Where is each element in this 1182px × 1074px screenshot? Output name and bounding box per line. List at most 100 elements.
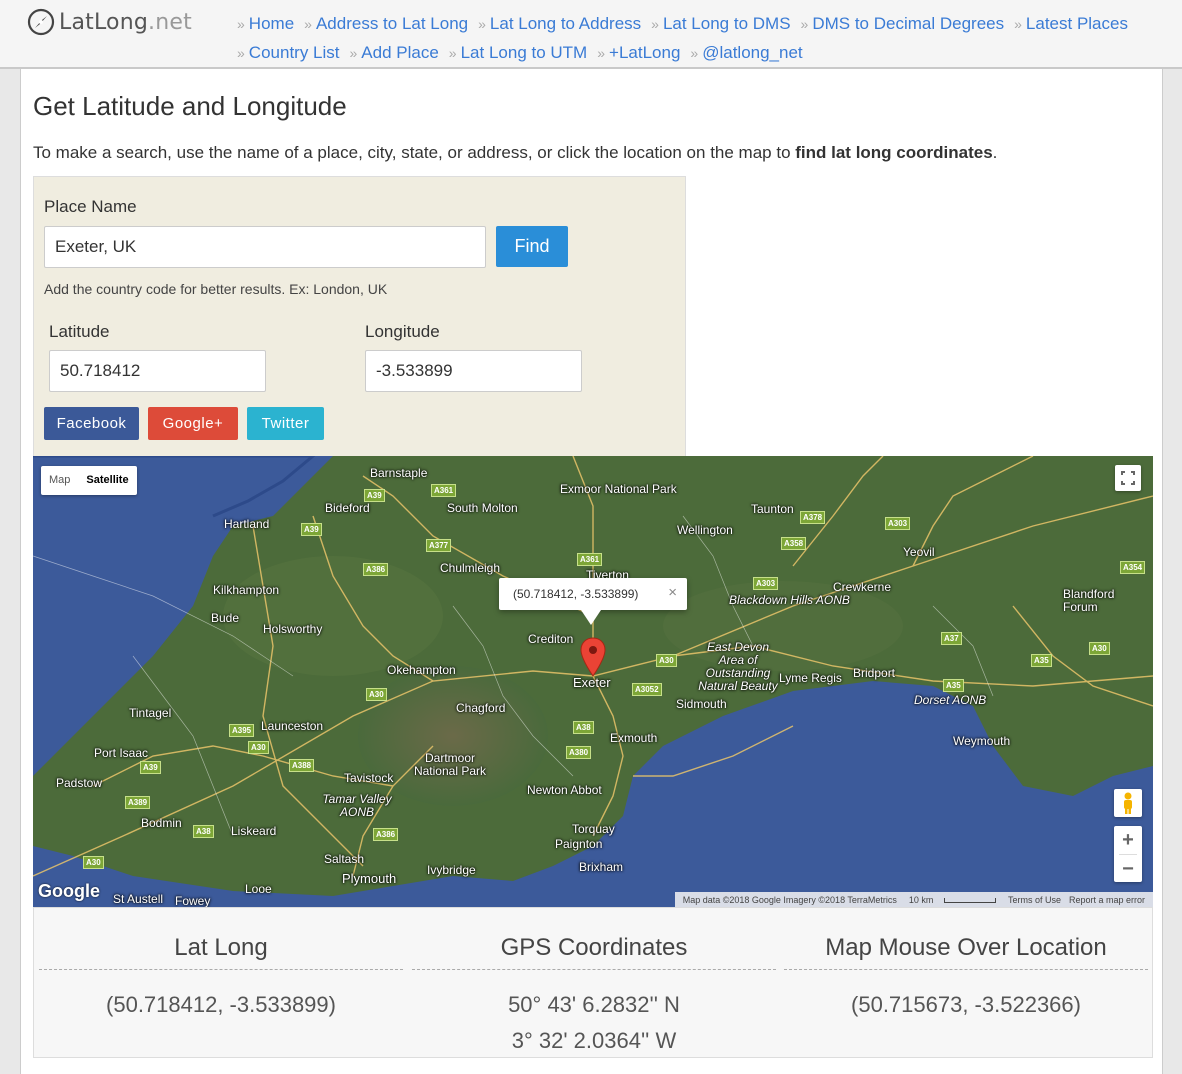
- find-button[interactable]: Find: [496, 226, 568, 267]
- fullscreen-icon: [1121, 471, 1135, 485]
- map-label: Plymouth: [342, 871, 397, 886]
- map-label: Crediton: [528, 632, 574, 646]
- location-pin-icon[interactable]: [580, 637, 606, 677]
- road-shield: A37: [941, 632, 962, 645]
- map-label: Okehampton: [387, 663, 456, 677]
- longitude-input[interactable]: [365, 350, 582, 392]
- latitude-label: Latitude: [49, 322, 110, 341]
- nav-link[interactable]: » Address to Lat Long: [304, 14, 468, 34]
- map-label: Brixham: [579, 860, 624, 874]
- map-label: Blandford Forum: [1063, 587, 1115, 614]
- twitter-share-button[interactable]: Twitter: [247, 407, 324, 440]
- road-shield: A30: [656, 654, 677, 667]
- map-label: Torquay: [572, 822, 615, 836]
- map-label: Crewkerne: [833, 580, 892, 594]
- site-header: LatLong.net » Home» Address to Lat Long» La…: [0, 0, 1182, 69]
- map-label: Exmouth: [610, 731, 658, 745]
- road-shield: A39: [364, 489, 385, 502]
- map-label: Paignton: [555, 837, 603, 851]
- road-shield: A377: [426, 539, 452, 552]
- nav-link-label: Latest Places: [1025, 13, 1128, 33]
- nav-separator: »: [597, 44, 606, 61]
- gps-result: GPS Coordinates 50° 43' 6.2832'' N 3° 32…: [412, 908, 776, 1059]
- place-name-label: Place Name: [44, 197, 137, 216]
- map-attribution: Map data ©2018 Google Imagery ©2018 Terr…: [674, 892, 1153, 907]
- map-label: Blackdown Hills AONB: [729, 593, 850, 607]
- latlong-result: Lat Long (50.718412, -3.533899): [39, 908, 403, 1023]
- nav-link[interactable]: » Country List: [237, 43, 340, 63]
- street-view-button[interactable]: [1114, 789, 1142, 817]
- report-error-link[interactable]: Report a map error: [1069, 895, 1145, 905]
- road-shield: A303: [885, 517, 911, 530]
- zoom-in-button[interactable]: +: [1114, 826, 1142, 854]
- map-label: Liskeard: [231, 824, 277, 838]
- facebook-share-button[interactable]: Facebook: [44, 407, 139, 440]
- map-label: Taunton: [751, 502, 794, 516]
- nav-link-label: Lat Long to DMS: [662, 13, 791, 33]
- map-label: Bridport: [853, 666, 896, 680]
- zoom-out-button[interactable]: −: [1114, 855, 1142, 883]
- road-shield: A30: [248, 741, 269, 754]
- map-label: Ivybridge: [427, 863, 476, 877]
- nav-link-label: @latlong_net: [702, 42, 803, 62]
- map-label: Bideford: [325, 501, 370, 515]
- road-shield: A39: [140, 761, 161, 774]
- road-shield: A358: [781, 537, 807, 550]
- map-label: Barnstaple: [370, 466, 428, 480]
- nav-separator: »: [448, 44, 457, 61]
- map-type-satellite-button[interactable]: Satellite: [78, 466, 136, 495]
- nav-link[interactable]: » Lat Long to UTM: [449, 43, 587, 63]
- road-shield: A378: [800, 511, 826, 524]
- info-window-coords: (50.718412, -3.533899): [513, 587, 639, 601]
- nav-link[interactable]: » @latlong_net: [690, 43, 802, 63]
- map-type-map-button[interactable]: Map: [41, 466, 78, 495]
- satellite-map[interactable]: Barnstaple Exmoor National Park Bideford…: [33, 456, 1153, 907]
- site-logo[interactable]: LatLong.net: [27, 8, 192, 36]
- nav-link[interactable]: » Lat Long to Address: [478, 14, 641, 34]
- map-label: Dartmoor National Park: [413, 751, 487, 778]
- place-name-input[interactable]: [44, 226, 486, 268]
- nav-link-label: DMS to Decimal Degrees: [812, 13, 1005, 33]
- results-panel: Lat Long (50.718412, -3.533899) GPS Coor…: [33, 907, 1153, 1058]
- nav-link[interactable]: » Lat Long to DMS: [651, 14, 790, 34]
- map-label: Bodmin: [141, 816, 182, 830]
- nav-link[interactable]: » Add Place: [350, 43, 439, 63]
- nav-link-label: Country List: [248, 42, 340, 62]
- map-data-credit: Map data ©2018 Google Imagery ©2018 Terr…: [682, 894, 897, 905]
- longitude-label: Longitude: [365, 322, 440, 341]
- nav-link[interactable]: » DMS to Decimal Degrees: [801, 14, 1005, 34]
- nav-separator: »: [1014, 15, 1022, 32]
- intro-text: To make a search, use the name of a plac…: [33, 143, 998, 162]
- googleplus-share-button[interactable]: Google+: [148, 407, 238, 440]
- road-shield: A30: [1089, 642, 1110, 655]
- nav-separator: »: [237, 44, 245, 61]
- terms-link[interactable]: Terms of Use: [1008, 895, 1061, 905]
- map-label: South Molton: [447, 501, 518, 515]
- road-shield: A380: [566, 746, 592, 759]
- nav-link[interactable]: » +LatLong: [597, 43, 680, 63]
- map-label: Chulmleigh: [440, 561, 501, 575]
- zoom-control: + −: [1114, 826, 1142, 882]
- map-scale: 10 km: [905, 895, 1000, 905]
- map-label: Exmoor National Park: [560, 482, 677, 496]
- map-label: Holsworthy: [263, 622, 323, 636]
- info-window-pointer: [581, 610, 601, 625]
- gps-heading: GPS Coordinates: [412, 908, 776, 970]
- nav-link[interactable]: » Home: [237, 14, 294, 34]
- close-icon[interactable]: ×: [668, 584, 677, 601]
- road-shield: A395: [229, 724, 255, 737]
- road-shield: A39: [301, 523, 322, 536]
- nav-link-label: Add Place: [361, 42, 439, 62]
- pegman-icon: [1124, 792, 1132, 814]
- map-label: Kilkhampton: [213, 583, 280, 597]
- nav-link[interactable]: » Latest Places: [1014, 14, 1128, 34]
- latitude-input[interactable]: [49, 350, 266, 392]
- map-label: Lyme Regis: [779, 671, 842, 685]
- fullscreen-button[interactable]: [1115, 465, 1141, 491]
- gps-longitude: 3° 32' 2.0364'' W: [511, 1028, 677, 1053]
- latlong-value: (50.718412, -3.533899): [106, 992, 336, 1017]
- road-shield: A35: [943, 679, 964, 692]
- latlong-heading: Lat Long: [39, 908, 403, 970]
- main-nav: » Home » Address to Lat Long » Lat Long to Ad…: [237, 9, 1167, 67]
- search-form: Place Name Find Add the country code for…: [33, 176, 686, 457]
